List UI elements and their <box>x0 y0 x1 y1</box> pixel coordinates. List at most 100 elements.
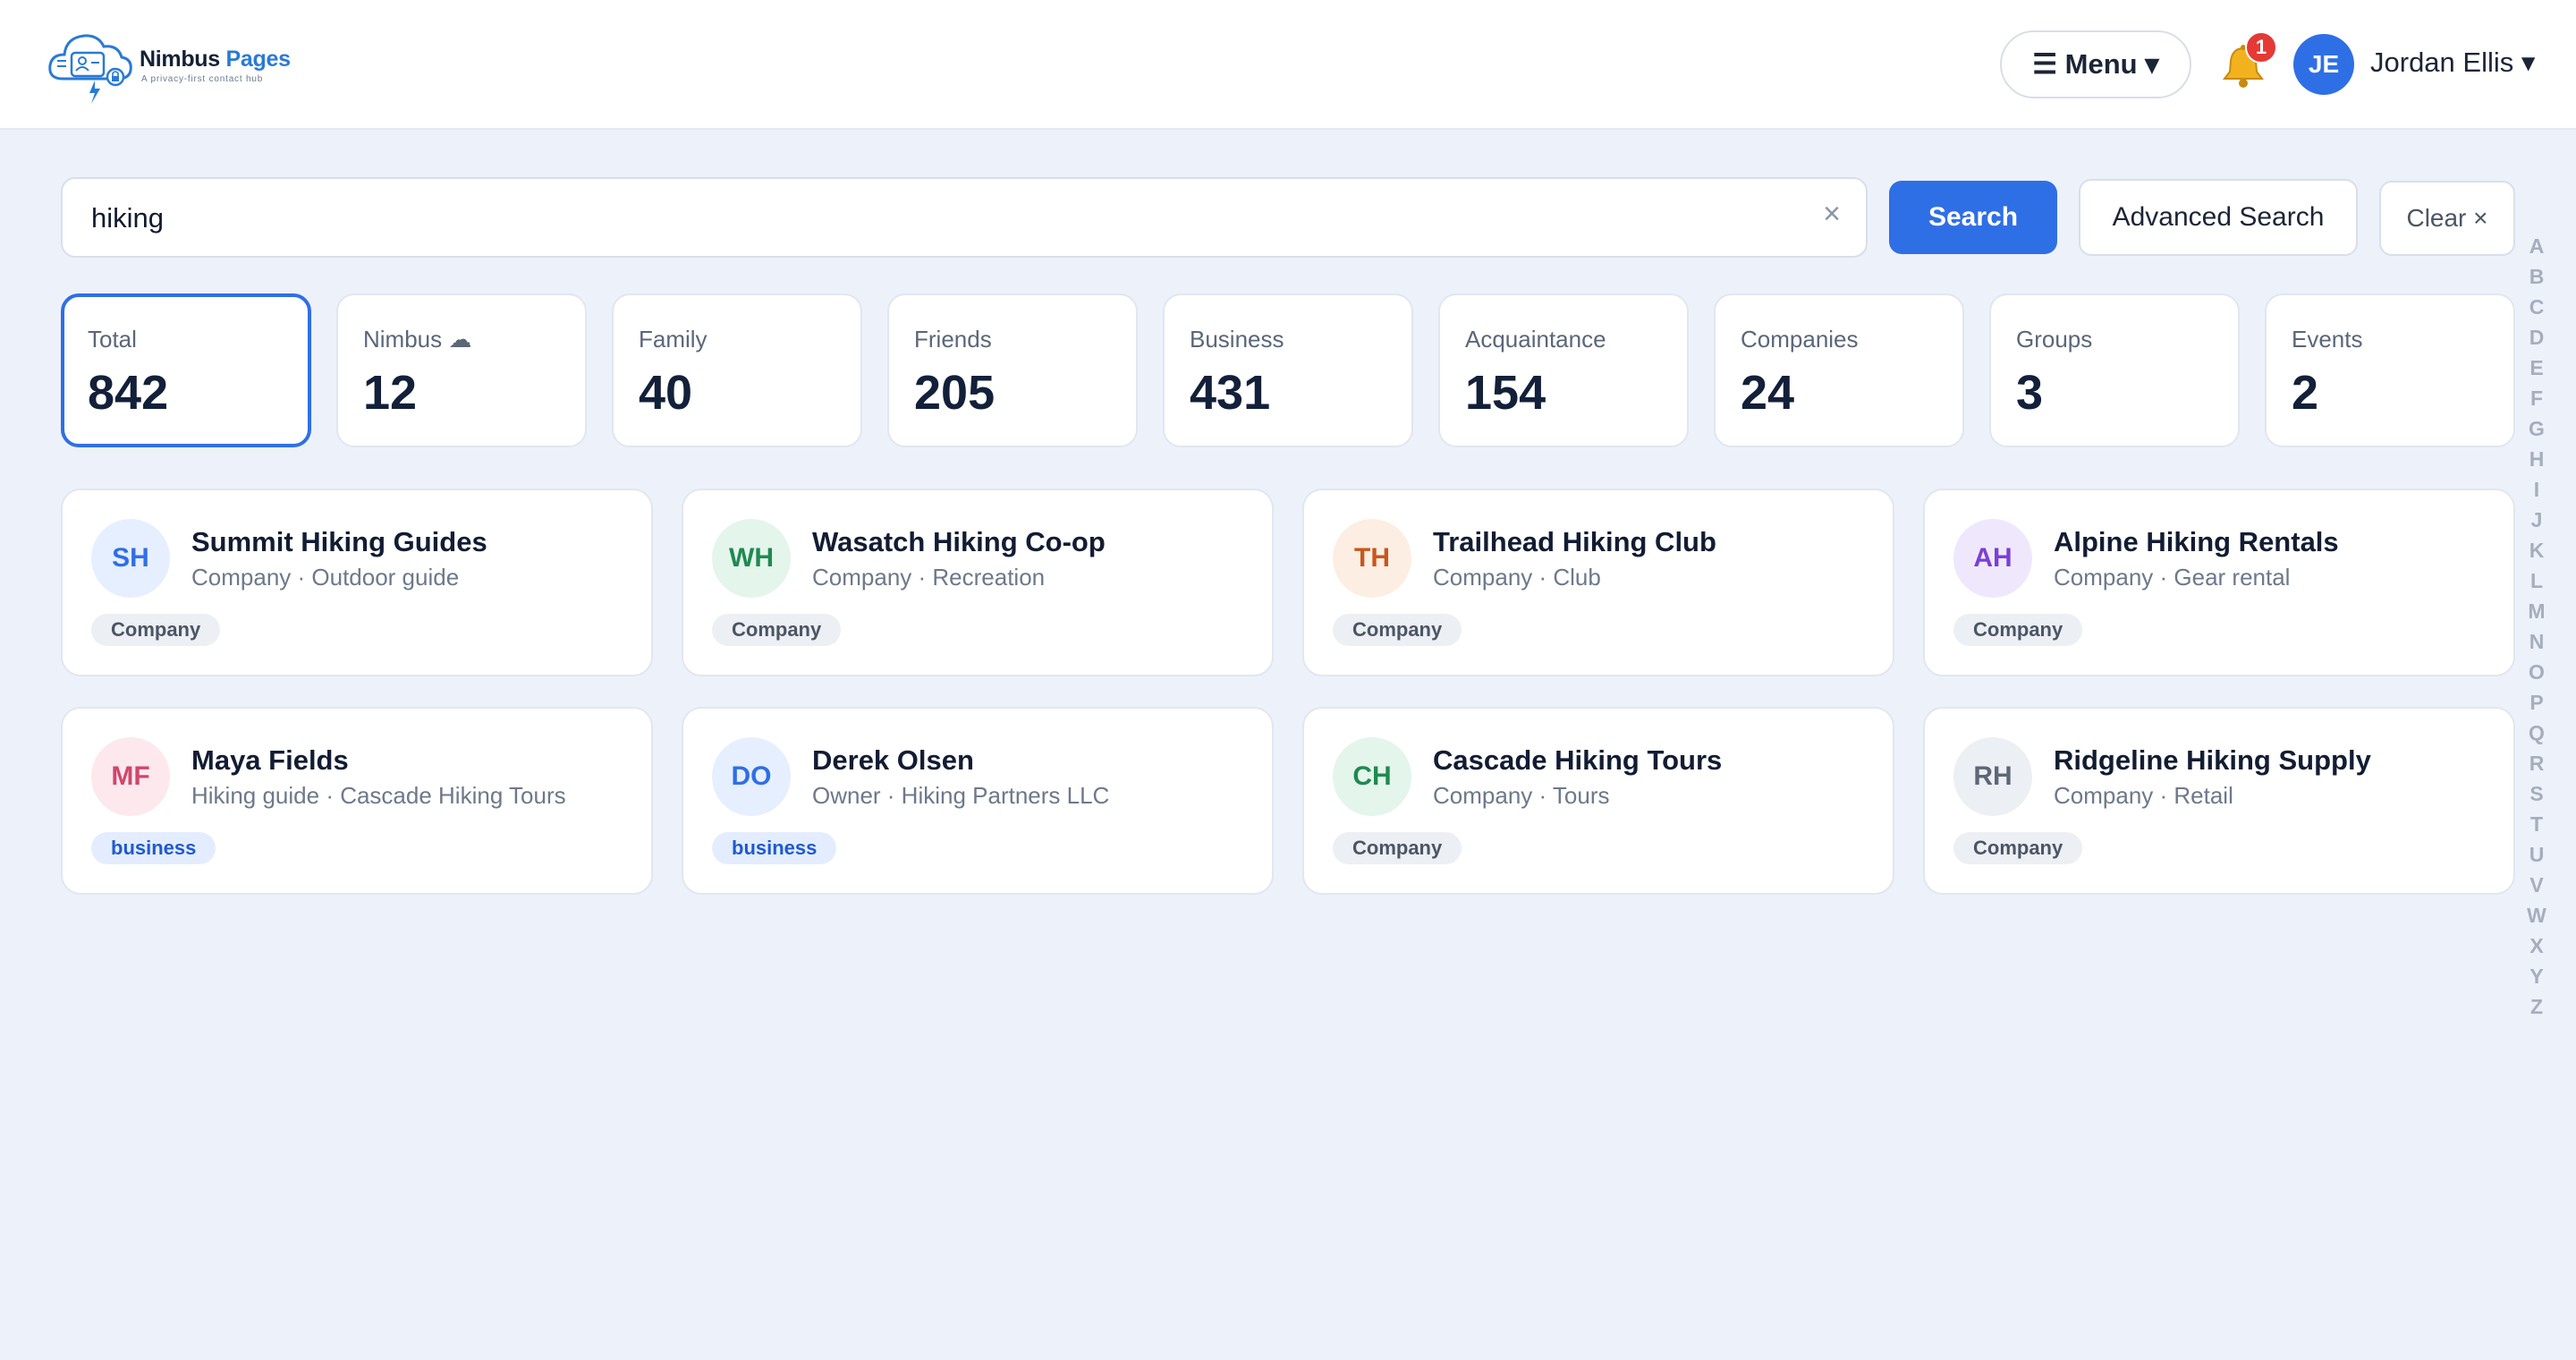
contact-name[interactable]: Alpine Hiking Rentals <box>2054 526 2339 558</box>
stat-value: 12 <box>363 366 418 420</box>
stat-total[interactable]: Total 842 <box>61 293 311 447</box>
stat-value: 3 <box>2016 366 2044 420</box>
alphabet-letter-l[interactable]: L <box>2530 565 2543 596</box>
contact-card[interactable]: WH Wasatch Hiking Co-op Company · Recrea… <box>682 489 1274 676</box>
alphabet-letter-o[interactable]: O <box>2529 657 2545 687</box>
contact-card[interactable]: CH Cascade Hiking Tours Company · Tours … <box>1302 707 1894 895</box>
stat-label: Business <box>1190 326 1284 353</box>
alphabet-letter-h[interactable]: H <box>2529 444 2545 474</box>
contact-subtitle: Company · Tours <box>1433 782 1610 809</box>
contact-name[interactable]: Ridgeline Hiking Supply <box>2054 744 2371 777</box>
contact-tag: business <box>91 832 216 864</box>
contact-subtitle: Owner · Hiking Partners LLC <box>812 782 1110 809</box>
search-button[interactable]: Search <box>1889 181 2057 254</box>
stat-label: Family <box>639 326 708 353</box>
alphabet-letter-b[interactable]: B <box>2529 261 2545 292</box>
stat-label: Events <box>2292 326 2363 353</box>
stat-family[interactable]: Family 40 <box>612 293 862 447</box>
stat-business[interactable]: Business 431 <box>1163 293 1413 447</box>
alphabet-letter-i[interactable]: I <box>2534 474 2539 505</box>
menu-button[interactable]: ☰ Menu ▾ <box>2000 30 2191 98</box>
alphabet-letter-m[interactable]: M <box>2528 596 2545 626</box>
contact-name[interactable]: Trailhead Hiking Club <box>1433 526 1716 558</box>
alphabet-letter-n[interactable]: N <box>2529 626 2545 657</box>
alphabet-letter-j[interactable]: J <box>2531 505 2543 535</box>
contact-tag: Company <box>1953 614 2083 646</box>
stat-companies[interactable]: Companies 24 <box>1714 293 1964 447</box>
app-name-part1: Nimbus <box>140 47 220 72</box>
notification-count-badge: 1 <box>2245 31 2277 64</box>
stat-label: Nimbus ☁ <box>363 326 472 353</box>
stat-value: 842 <box>88 366 169 420</box>
stat-acquaintance[interactable]: Acquaintance 154 <box>1438 293 1689 447</box>
stat-label: Companies <box>1741 326 1859 353</box>
contact-card[interactable]: TH Trailhead Hiking Club Company · Club … <box>1302 489 1894 676</box>
contact-subtitle: Company · Recreation <box>812 564 1046 591</box>
contact-avatar: CH <box>1333 737 1411 816</box>
contact-name[interactable]: Summit Hiking Guides <box>191 526 487 558</box>
app-tagline: A privacy-first contact hub <box>141 74 264 84</box>
advanced-search-button[interactable]: Advanced Search <box>2079 179 2358 256</box>
contact-tag: Company <box>91 614 221 646</box>
alphabet-letter-c[interactable]: C <box>2529 292 2545 322</box>
stat-value: 24 <box>1741 366 1795 420</box>
stat-events[interactable]: Events 2 <box>2265 293 2515 447</box>
contact-avatar: WH <box>712 519 791 598</box>
contact-tag: Company <box>1953 832 2083 864</box>
stat-value: 431 <box>1190 366 1271 420</box>
contact-avatar: MF <box>91 737 170 816</box>
alphabet-letter-r[interactable]: R <box>2529 748 2545 778</box>
alphabet-letter-k[interactable]: K <box>2529 535 2545 565</box>
alphabet-letter-g[interactable]: G <box>2529 413 2545 444</box>
stat-value: 40 <box>639 366 693 420</box>
contact-subtitle: Company · Outdoor guide <box>191 564 460 591</box>
alphabet-letter-u[interactable]: U <box>2529 839 2545 870</box>
contact-avatar: TH <box>1333 519 1411 598</box>
stat-groups[interactable]: Groups 3 <box>1989 293 2240 447</box>
contact-name[interactable]: Maya Fields <box>191 744 349 777</box>
alphabet-letter-y[interactable]: Y <box>2529 961 2543 991</box>
contact-avatar: RH <box>1953 737 2032 816</box>
contact-card[interactable]: RH Ridgeline Hiking Supply Company · Ret… <box>1923 707 2515 895</box>
app-logo[interactable]: Nimbus Pages A privacy-first contact hub <box>47 23 291 107</box>
alphabet-letter-d[interactable]: D <box>2529 322 2545 353</box>
stat-value: 2 <box>2292 366 2319 420</box>
contact-card[interactable]: DO Derek Olsen Owner · Hiking Partners L… <box>682 707 1274 895</box>
user-menu[interactable]: Jordan Ellis ▾ <box>2370 47 2535 79</box>
alphabet-letter-a[interactable]: A <box>2529 231 2545 261</box>
alphabet-letter-s[interactable]: S <box>2529 778 2543 809</box>
alphabet-letter-w[interactable]: W <box>2527 900 2546 931</box>
contact-card[interactable]: SH Summit Hiking Guides Company · Outdoo… <box>61 489 653 676</box>
alphabet-index: ABCDEFGHIJKLMNOPQRSTUVWXYZ <box>2521 231 2553 1022</box>
contact-card[interactable]: AH Alpine Hiking Rentals Company · Gear … <box>1923 489 2515 676</box>
alphabet-letter-v[interactable]: V <box>2529 870 2543 900</box>
contact-name[interactable]: Wasatch Hiking Co-op <box>812 526 1106 558</box>
contact-tag: Company <box>1333 614 1462 646</box>
contact-name[interactable]: Derek Olsen <box>812 744 974 777</box>
stat-nimbus[interactable]: Nimbus ☁ 12 <box>336 293 587 447</box>
alphabet-letter-t[interactable]: T <box>2530 809 2543 839</box>
search-input[interactable]: hiking × <box>61 177 1868 258</box>
alphabet-letter-x[interactable]: X <box>2529 931 2543 961</box>
alphabet-letter-z[interactable]: Z <box>2530 991 2543 1022</box>
top-header: Nimbus Pages A privacy-first contact hub… <box>0 0 2576 130</box>
contact-avatar: SH <box>91 519 170 598</box>
stat-label: Groups <box>2016 326 2093 353</box>
alphabet-letter-q[interactable]: Q <box>2529 718 2545 748</box>
contact-name[interactable]: Cascade Hiking Tours <box>1433 744 1722 777</box>
contact-subtitle: Company · Club <box>1433 564 1601 591</box>
search-input-value: hiking <box>91 202 164 234</box>
contact-card[interactable]: MF Maya Fields Hiking guide · Cascade Hi… <box>61 707 653 895</box>
alphabet-letter-f[interactable]: F <box>2530 383 2543 413</box>
stat-value: 205 <box>914 366 996 420</box>
app-name-part2: Pages <box>225 47 291 72</box>
stat-friends[interactable]: Friends 205 <box>887 293 1138 447</box>
user-avatar[interactable]: JE <box>2293 34 2354 95</box>
stat-label: Total <box>88 326 137 353</box>
alphabet-letter-e[interactable]: E <box>2529 353 2543 383</box>
contact-tag: Company <box>712 614 842 646</box>
clear-button[interactable]: Clear × <box>2379 181 2515 256</box>
alphabet-letter-p[interactable]: P <box>2529 687 2543 718</box>
contact-tag: Company <box>1333 832 1462 864</box>
clear-search-icon[interactable]: × <box>1823 197 1841 232</box>
